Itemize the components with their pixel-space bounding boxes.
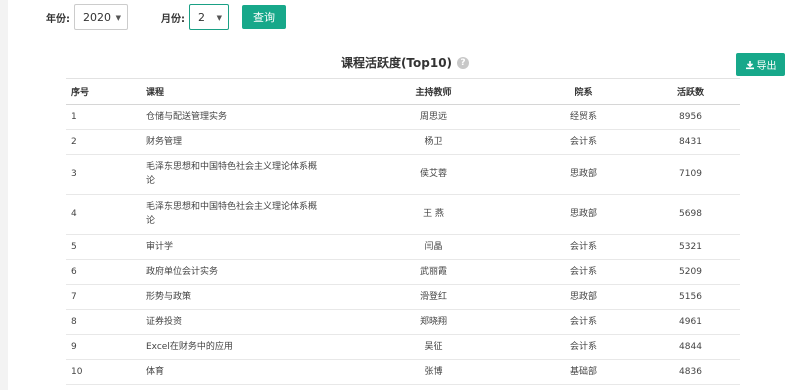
row-teacher: 王 燕 xyxy=(341,194,526,235)
row-course-line1: 审计学 xyxy=(146,241,174,252)
row-course-line1: 证券投资 xyxy=(146,316,183,327)
row-index: 7 xyxy=(66,284,141,310)
row-department: 会计系 xyxy=(526,259,641,285)
table-row: 5 审计学 闫晶 会计系 5321 xyxy=(66,234,740,260)
row-index: 3 xyxy=(66,154,141,195)
table-header-row: 序号 课程 主持教师 院系 活跃数 xyxy=(66,80,740,105)
row-course: 审计学 xyxy=(141,234,341,260)
row-activity: 5156 xyxy=(641,284,740,310)
export-label: 导出 xyxy=(756,61,777,72)
row-course-line2: 论 xyxy=(146,216,156,226)
row-course-line1: 毛泽东思想和中国特色社会主义理论体系概 xyxy=(146,202,318,212)
row-activity: 5209 xyxy=(641,259,740,285)
row-department: 思政部 xyxy=(526,194,641,235)
table-row: 10 体育 张博 基础部 4836 xyxy=(66,359,740,385)
month-label: 月份: xyxy=(161,13,185,25)
course-activity-table: 序号 课程 主持教师 院系 活跃数 1 仓储与配送管理实务 周思远 经贸系 89… xyxy=(66,80,740,385)
row-activity: 5321 xyxy=(641,234,740,260)
table-row: 9 Excel在财务中的应用 吴征 会计系 4844 xyxy=(66,334,740,360)
row-course-line1: 毛泽东思想和中国特色社会主义理论体系概 xyxy=(146,162,318,172)
row-activity: 4836 xyxy=(641,359,740,385)
row-course-line1: 财务管理 xyxy=(146,136,183,147)
row-index: 8 xyxy=(66,309,141,335)
card-title-wrap: 课程活跃度(Top10) ? xyxy=(0,54,740,71)
row-course-line1: Excel在财务中的应用 xyxy=(146,341,233,352)
row-activity: 7109 xyxy=(641,154,740,195)
year-select-value: 2020 xyxy=(83,10,111,24)
header-activity: 活跃数 xyxy=(641,80,740,105)
row-department: 思政部 xyxy=(526,284,641,310)
row-activity: 5698 xyxy=(641,194,740,235)
month-select[interactable]: 2 ▼ xyxy=(189,4,229,30)
row-activity: 4961 xyxy=(641,309,740,335)
row-department: 基础部 xyxy=(526,359,641,385)
row-index: 9 xyxy=(66,334,141,360)
export-button[interactable]: 导出 xyxy=(736,53,785,76)
row-teacher: 吴征 xyxy=(341,334,526,360)
header-department: 院系 xyxy=(526,80,641,105)
row-teacher: 武丽霞 xyxy=(341,259,526,285)
row-teacher: 闫晶 xyxy=(341,234,526,260)
row-department: 思政部 xyxy=(526,154,641,195)
header-course: 课程 xyxy=(141,80,341,105)
row-department: 会计系 xyxy=(526,309,641,335)
row-teacher: 滑登红 xyxy=(341,284,526,310)
row-course: 体育 xyxy=(141,359,341,385)
row-index: 4 xyxy=(66,194,141,235)
row-index: 5 xyxy=(66,234,141,260)
row-department: 会计系 xyxy=(526,129,641,155)
row-course-line2: 论 xyxy=(146,176,156,186)
row-course: 证券投资 xyxy=(141,309,341,335)
year-label: 年份: xyxy=(46,13,70,25)
chevron-down-icon: ▼ xyxy=(216,14,222,22)
row-department: 经贸系 xyxy=(526,104,641,130)
row-index: 1 xyxy=(66,104,141,130)
row-department: 会计系 xyxy=(526,334,641,360)
table-row: 7 形势与政策 滑登红 思政部 5156 xyxy=(66,284,740,310)
row-activity: 4844 xyxy=(641,334,740,360)
row-teacher: 杨卫 xyxy=(341,129,526,155)
header-index: 序号 xyxy=(66,80,141,105)
filter-bar: 年份: 2020 ▼ 月份: 2 ▼ 查询 xyxy=(46,4,286,30)
row-course-line1: 政府单位会计实务 xyxy=(146,266,219,277)
row-teacher: 张博 xyxy=(341,359,526,385)
table-row: 1 仓储与配送管理实务 周思远 经贸系 8956 xyxy=(66,104,740,130)
row-course-line1: 形势与政策 xyxy=(146,291,192,302)
row-course-line1: 体育 xyxy=(146,366,165,377)
table-row: 2 财务管理 杨卫 会计系 8431 xyxy=(66,129,740,155)
year-select[interactable]: 2020 ▼ xyxy=(74,4,128,30)
month-select-value: 2 xyxy=(198,10,205,24)
query-button[interactable]: 查询 xyxy=(242,5,286,29)
row-course: 仓储与配送管理实务 xyxy=(141,104,341,130)
row-activity: 8956 xyxy=(641,104,740,130)
row-course: 形势与政策 xyxy=(141,284,341,310)
table-row: 6 政府单位会计实务 武丽霞 会计系 5209 xyxy=(66,259,740,285)
header-teacher: 主持教师 xyxy=(341,80,526,105)
row-course: 毛泽东思想和中国特色社会主义理论体系概论 xyxy=(141,154,341,195)
row-course: Excel在财务中的应用 xyxy=(141,334,341,360)
row-course: 政府单位会计实务 xyxy=(141,259,341,285)
divider xyxy=(66,78,740,79)
table-row: 4 毛泽东思想和中国特色社会主义理论体系概论 王 燕 思政部 5698 xyxy=(66,194,740,235)
row-course-line1: 仓储与配送管理实务 xyxy=(146,111,228,122)
row-department: 会计系 xyxy=(526,234,641,260)
row-index: 10 xyxy=(66,359,141,385)
row-teacher: 侯艾蓉 xyxy=(341,154,526,195)
row-index: 6 xyxy=(66,259,141,285)
row-index: 2 xyxy=(66,129,141,155)
row-course: 财务管理 xyxy=(141,129,341,155)
download-icon xyxy=(745,60,754,69)
table-row: 3 毛泽东思想和中国特色社会主义理论体系概论 侯艾蓉 思政部 7109 xyxy=(66,154,740,195)
row-teacher: 周思远 xyxy=(341,104,526,130)
help-icon[interactable]: ? xyxy=(457,56,470,69)
table-row: 8 证券投资 郑晓翔 会计系 4961 xyxy=(66,309,740,335)
row-course: 毛泽东思想和中国特色社会主义理论体系概论 xyxy=(141,194,341,235)
row-activity: 8431 xyxy=(641,129,740,155)
chevron-down-icon: ▼ xyxy=(115,14,121,22)
page-title: 课程活跃度(Top10) xyxy=(340,56,453,70)
row-teacher: 郑晓翔 xyxy=(341,309,526,335)
